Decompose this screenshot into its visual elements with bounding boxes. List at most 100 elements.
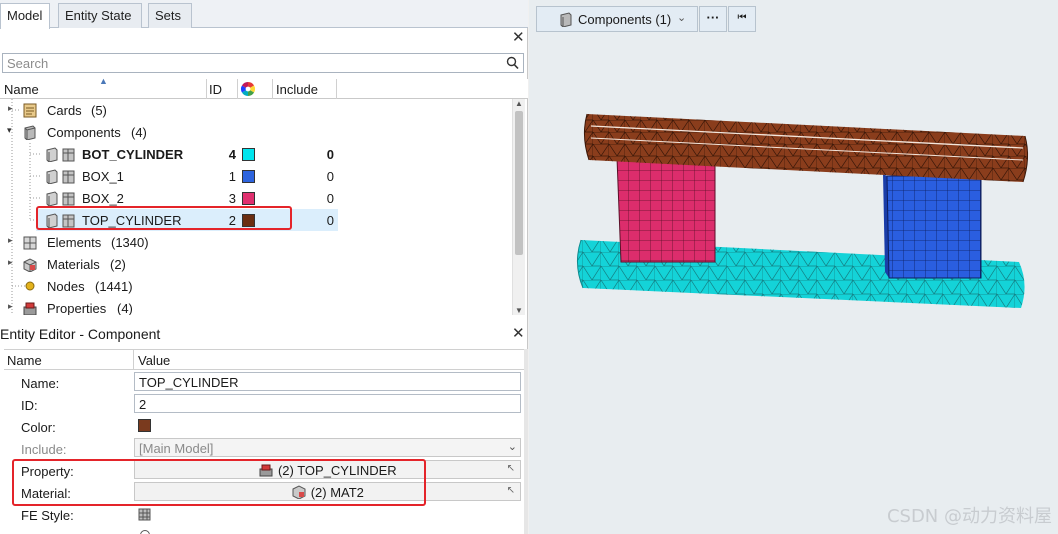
column-include-header[interactable]: Include (276, 82, 318, 97)
tree-item-label: Nodes (47, 279, 85, 294)
tab-sets[interactable]: Sets (148, 3, 192, 28)
pointer-icon: ↖ (506, 485, 515, 496)
id-field[interactable]: 2 (134, 394, 521, 413)
tree-item-materials[interactable]: ▸ Materials (2) (0, 253, 512, 275)
tree-item-count: (4) (117, 301, 133, 315)
component-name: BOT_CYLINDER (82, 147, 184, 162)
editor-row-color: Color: (4, 415, 524, 437)
component-name: BOX_2 (82, 191, 124, 206)
tree-scrollbar[interactable]: ▲ ▼ (512, 99, 525, 315)
component-visibility-icons[interactable] (44, 191, 78, 206)
property-icon (23, 302, 37, 315)
tree-item-label: Materials (47, 257, 100, 272)
include-value: [Main Model] (139, 441, 214, 456)
component-id: 3 (228, 191, 236, 206)
browser-close-icon[interactable]: ✕ (512, 30, 525, 45)
editor-row-include: Include: [Main Model] ⌄ (4, 437, 524, 459)
name-field[interactable]: TOP_CYLINDER (134, 372, 521, 391)
annotation-highlight-property-material (12, 459, 426, 506)
expand-arrow-icon[interactable]: ▸ (8, 301, 13, 312)
tab-entity-state[interactable]: Entity State (58, 3, 142, 28)
tree-item-label: Components (47, 125, 121, 140)
component-id: 4 (228, 147, 236, 162)
tree-item-components[interactable]: ▾ Components (4) (0, 121, 512, 143)
radio-icon[interactable] (140, 530, 150, 534)
field-label: Color: (21, 420, 56, 435)
expand-arrow-icon[interactable]: ▸ (8, 103, 13, 114)
component-include: 0 (326, 147, 334, 162)
editor-col-value: Value (138, 353, 171, 368)
pointer-icon: ↖ (506, 463, 515, 474)
component-icon (24, 125, 36, 140)
scroll-down-icon[interactable]: ▼ (515, 306, 523, 315)
tree-item-nodes[interactable]: Nodes (1441) (0, 275, 512, 297)
search-placeholder: Search (7, 56, 49, 71)
tree-item-properties[interactable]: ▸ Properties (4) (0, 297, 512, 315)
editor-col-name: Name (7, 353, 42, 368)
editor-row-cut-off (4, 525, 524, 534)
tree-item-label: Properties (47, 301, 107, 315)
color-wheel-icon[interactable] (240, 81, 256, 100)
left-panel: Model Entity State Sets ✕ Search Name ▲ … (0, 0, 528, 534)
tree-item-count: (2) (110, 257, 126, 272)
cards-icon (23, 103, 37, 118)
expand-arrow-icon[interactable]: ▸ (8, 257, 13, 268)
entity-editor-title: Entity Editor - Component (0, 326, 161, 342)
component-color-swatch[interactable] (242, 192, 255, 205)
annotation-highlight-top-cylinder (36, 206, 292, 230)
box-1-mesh (883, 174, 982, 279)
component-visibility-icons[interactable] (44, 147, 78, 162)
tree-header: Name ▲ ID Include (0, 76, 528, 100)
box-2-mesh (616, 150, 719, 263)
graphics-viewport[interactable]: Components (1) ⌄ ··· ⏮ CSDN @动力资料屋 (529, 0, 1058, 534)
tree-item-count: (5) (91, 103, 107, 118)
component-color-swatch[interactable] (242, 148, 255, 161)
tree-item-label: Elements (47, 235, 102, 250)
tree-item-cards[interactable]: ▸ Cards (5) (0, 99, 512, 121)
sort-up-icon: ▲ (99, 76, 108, 86)
column-name-header[interactable]: Name (4, 82, 39, 97)
tree-item-box-1[interactable]: BOX_1 1 0 (0, 165, 512, 187)
editor-scrollbar[interactable] (524, 349, 528, 534)
tree-item-count: (4) (131, 125, 147, 140)
tree-item-count: (1340) (111, 235, 149, 250)
collapse-arrow-icon[interactable]: ▾ (7, 125, 12, 136)
expand-arrow-icon[interactable]: ▸ (8, 235, 13, 246)
tree-item-elements[interactable]: ▸ Elements (1340) (0, 231, 512, 253)
field-label: ID: (21, 398, 38, 413)
browser-tabs: Model Entity State Sets (0, 0, 528, 29)
scrollbar-thumb[interactable] (515, 111, 523, 255)
id-value: 2 (139, 397, 147, 412)
fe-style-icon[interactable] (138, 508, 152, 521)
tab-model[interactable]: Model (0, 3, 50, 29)
component-name: BOX_1 (82, 169, 124, 184)
editor-close-icon[interactable]: ✕ (512, 326, 525, 341)
component-visibility-icons[interactable] (44, 169, 78, 184)
component-id: 1 (228, 169, 236, 184)
include-select[interactable]: [Main Model] ⌄ (134, 438, 521, 457)
search-input[interactable]: Search (2, 53, 524, 73)
elements-icon (23, 236, 37, 250)
scroll-up-icon[interactable]: ▲ (515, 99, 523, 108)
tree-item-label: Cards (47, 103, 82, 118)
name-value: TOP_CYLINDER (139, 375, 239, 390)
editor-row-fe-style: FE Style: (4, 503, 524, 525)
component-color-swatch[interactable] (242, 170, 255, 183)
column-id-header[interactable]: ID (209, 82, 222, 97)
editor-row-id: ID: 2 (4, 393, 524, 415)
tree-item-bot-cylinder[interactable]: BOT_CYLINDER 4 0 (0, 143, 512, 165)
component-include: 0 (326, 213, 334, 228)
material-icon (23, 258, 37, 272)
field-label: FE Style: (21, 508, 74, 523)
tab-model-label: Model (7, 8, 43, 23)
search-icon[interactable] (506, 56, 519, 70)
tree-item-count: (1441) (95, 279, 133, 294)
node-icon (25, 281, 35, 291)
watermark-text: CSDN @动力资料屋 (886, 506, 1052, 527)
tab-entity-state-label: Entity State (65, 8, 132, 23)
component-include: 0 (326, 169, 334, 184)
model-render[interactable] (529, 0, 1058, 534)
chevron-down-icon[interactable]: ⌄ (508, 440, 517, 453)
tab-sets-label: Sets (155, 8, 182, 23)
color-swatch[interactable] (138, 419, 151, 432)
